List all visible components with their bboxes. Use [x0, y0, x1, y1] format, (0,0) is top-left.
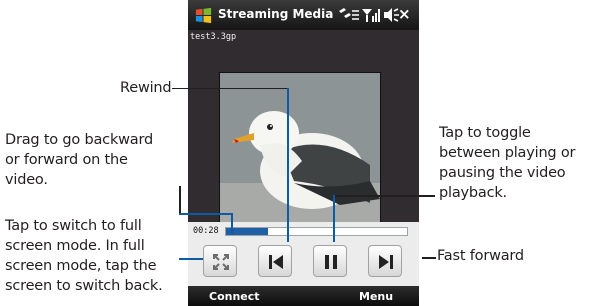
fullscreen-callout-line-3: screen mode, tap the [5, 258, 157, 274]
toggle-callout-line-2: between playing or [439, 145, 576, 161]
windows-logo-icon[interactable] [194, 6, 213, 25]
fullscreen-callout: Tap to switch to full screen mode. In fu… [5, 216, 163, 296]
file-name: test3.3gp [190, 32, 237, 42]
softkey-bar: Connect Menu [188, 286, 419, 306]
fullscreen-button[interactable] [203, 245, 237, 277]
pause-icon [325, 255, 337, 269]
rewind-button[interactable] [258, 245, 292, 277]
toggle-callout-line-1: Tap to toggle [439, 125, 531, 141]
skip-back-icon [269, 255, 283, 269]
fullscreen-leader-line [179, 258, 203, 260]
drag-leader-line-drop [231, 213, 233, 234]
close-icon[interactable]: × [398, 5, 411, 23]
fast-forward-callout: Fast forward [437, 248, 524, 264]
drag-callout-line-2: or forward on the [5, 152, 128, 168]
device-screen: Streaming Media × test3.3gp 00:28 Connec… [188, 0, 419, 306]
signal-icon[interactable] [362, 7, 380, 23]
fullscreen-callout-line-2: screen mode. In full [5, 238, 145, 254]
connect-softkey[interactable]: Connect [209, 290, 260, 303]
rewind-callout: Rewind [120, 80, 172, 96]
connectivity-icon[interactable] [338, 7, 360, 23]
seagull-video-image [220, 73, 380, 233]
drag-callout-line-1: Drag to go backward [5, 132, 153, 148]
drag-callout: Drag to go backward or forward on the vi… [5, 130, 153, 190]
skip-forward-icon [379, 255, 393, 269]
fullscreen-icon [213, 254, 229, 270]
menu-softkey[interactable]: Menu [359, 290, 393, 303]
fast-forward-button[interactable] [368, 245, 402, 277]
fast-forward-leader-line [422, 257, 436, 259]
toggle-callout-line-3: pausing the video [439, 165, 566, 181]
elapsed-time: 00:28 [193, 226, 219, 236]
drag-leader-line-horizontal [179, 213, 232, 215]
video-frame[interactable] [219, 72, 381, 234]
rewind-leader-line-vertical [287, 88, 289, 242]
app-title: Streaming Media [218, 7, 334, 21]
play-pause-button[interactable] [313, 245, 347, 277]
fullscreen-callout-line-4: screen to switch back. [5, 278, 163, 294]
toggle-callout: Tap to toggle between playing or pausing… [439, 123, 575, 203]
fullscreen-callout-line-1: Tap to switch to full [5, 218, 142, 234]
toggle-leader-line [333, 195, 435, 197]
title-bar: Streaming Media × [188, 0, 419, 30]
drag-callout-line-3: video. [5, 172, 48, 188]
toggle-callout-line-4: playback. [439, 185, 507, 201]
seek-bar[interactable] [225, 227, 408, 236]
drag-leader-line [179, 186, 181, 214]
playback-controls: 00:28 [188, 222, 419, 286]
toggle-leader-line-vertical [333, 195, 335, 242]
rewind-leader-line [172, 88, 288, 89]
